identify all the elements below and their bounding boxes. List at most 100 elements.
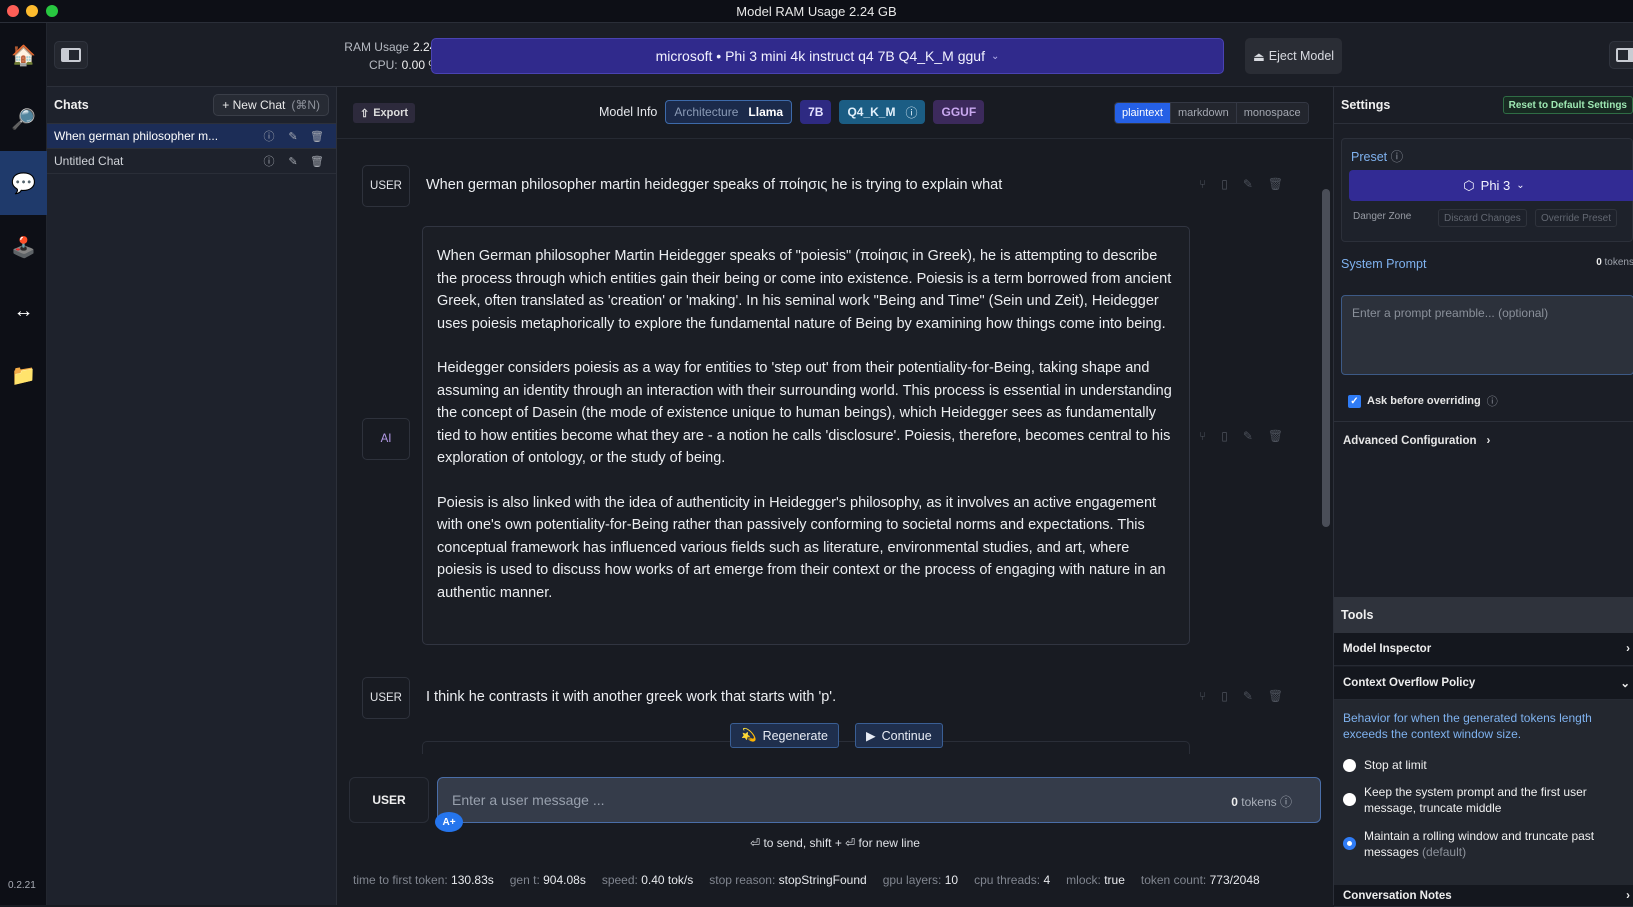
option-label: Maintain a rolling window and truncate p…	[1364, 829, 1595, 859]
context-overflow-description: Behavior for when the generated tokens l…	[1343, 711, 1592, 741]
sidebar-left-icon	[61, 48, 81, 62]
edit-icon[interactable]: ✎	[281, 130, 305, 143]
system-prompt-wrapper	[1341, 295, 1633, 375]
context-overflow-toggle[interactable]: Context Overflow Policy ⌄	[1334, 667, 1633, 700]
role-badge-ai[interactable]: AI	[362, 418, 410, 460]
chat-item-name: Untitled Chat	[54, 154, 124, 168]
ask-before-overriding[interactable]: ✓ Ask before overriding ⓘ	[1348, 393, 1498, 409]
scrollbar[interactable]	[1322, 189, 1330, 527]
system-prompt-header: System Prompt 0 tokens	[1341, 257, 1633, 271]
nav-server[interactable]: ↔	[0, 279, 47, 343]
radio-unchecked[interactable]	[1343, 793, 1356, 806]
context-overflow-label: Context Overflow Policy	[1343, 677, 1476, 689]
eject-label: Eject Model	[1268, 49, 1335, 63]
trash-icon[interactable]: 🗑︎	[305, 155, 329, 168]
role-badge-user[interactable]: USER	[362, 677, 410, 719]
toggle-left-sidebar-button[interactable]	[54, 41, 88, 69]
edit-icon[interactable]: ✎	[1243, 177, 1253, 191]
architecture-label: Architecture	[674, 105, 739, 119]
format-monospace[interactable]: monospace	[1235, 103, 1308, 123]
export-button[interactable]: ⇧ Export	[353, 103, 416, 123]
format-plaintext[interactable]: plaintext	[1115, 103, 1170, 123]
ai-paragraph: Heidegger considers poiesis as a way for…	[437, 360, 1172, 466]
edit-icon[interactable]: ✎	[1243, 429, 1253, 443]
chevron-down-icon: ⌄	[991, 50, 1000, 62]
toggle-right-sidebar-button[interactable]	[1609, 41, 1633, 69]
composer-role-button[interactable]: USER	[349, 777, 429, 823]
tools-header: Tools	[1334, 597, 1633, 633]
message-list: USER When german philosopher martin heid…	[337, 139, 1333, 754]
info-icon[interactable]: ⓘ	[1487, 393, 1498, 409]
chat-item-name: When german philosopher m...	[54, 129, 219, 143]
message-input-wrapper: 0 tokens ⓘ	[437, 777, 1321, 823]
model-inspector-toggle[interactable]: Model Inspector ›	[1334, 633, 1633, 666]
preset-label: Preset ⓘ	[1351, 150, 1404, 164]
checkbox-checked[interactable]: ✓	[1348, 394, 1361, 408]
arrows-left-right-icon: ↔	[13, 299, 34, 322]
option-label: Keep the system prompt and the first use…	[1364, 785, 1587, 815]
info-icon[interactable]: ⓘ	[1280, 795, 1292, 809]
model-info: Model Info Architecture Llama 7B Q4_K_M …	[599, 100, 985, 124]
overflow-option-stop[interactable]: Stop at limit	[1343, 757, 1427, 773]
message-input[interactable]	[438, 778, 1320, 822]
info-icon[interactable]: ⓘ	[257, 128, 281, 144]
edit-icon[interactable]: ✎	[1243, 689, 1253, 703]
branch-icon[interactable]: ⑂	[1199, 177, 1206, 191]
role-badge-user[interactable]: USER	[362, 165, 410, 207]
trash-icon[interactable]: 🗑︎	[1268, 689, 1283, 703]
trash-icon[interactable]: 🗑︎	[305, 130, 329, 143]
stat-gen-time: gen t: 904.08s	[509, 873, 586, 887]
chat-main: ⇧ Export Model Info Architecture Llama 7…	[337, 87, 1333, 905]
title-bar: Model RAM Usage 2.24 GB	[0, 0, 1633, 23]
branch-icon[interactable]: ⑂	[1199, 429, 1206, 443]
preset-value: Phi 3	[1480, 178, 1511, 193]
conversation-notes-toggle[interactable]: Conversation Notes ›	[1334, 885, 1633, 907]
continue-button[interactable]: ▶ Continue	[855, 723, 943, 748]
eject-model-button[interactable]: ⏏ Eject Model	[1245, 38, 1342, 74]
tokens-label: tokens	[1604, 257, 1633, 268]
trash-icon[interactable]: 🗑︎	[1268, 429, 1283, 443]
format-markdown[interactable]: markdown	[1169, 103, 1236, 123]
copy-icon[interactable]: ▯	[1221, 177, 1228, 191]
regenerate-label: Regenerate	[762, 728, 828, 743]
info-icon[interactable]: ⓘ	[257, 153, 281, 169]
preset-selector[interactable]: ⬡ Phi 3 ⌄	[1349, 170, 1633, 201]
override-preset-button[interactable]: Override Preset	[1535, 209, 1618, 227]
chat-item[interactable]: When german philosopher m... ⓘ ✎ 🗑︎	[47, 124, 336, 149]
nav-playground[interactable]: 🕹️	[0, 215, 47, 279]
preset-section: Preset ⓘ ⬡ Phi 3 ⌄ Danger Zone Discard C…	[1341, 138, 1633, 242]
advanced-configuration-toggle[interactable]: Advanced Configuration ›	[1334, 421, 1633, 459]
chat-bubble-icon: 💬	[11, 172, 36, 195]
search-icon: 🔎	[11, 108, 36, 131]
discard-changes-button[interactable]: Discard Changes	[1438, 209, 1527, 227]
chevron-down-icon: ⌄	[1516, 180, 1525, 191]
nav-home[interactable]: 🏠	[0, 23, 47, 87]
stat-ttft: time to first token: 130.83s	[353, 873, 494, 887]
branch-icon[interactable]: ⑂	[1199, 689, 1206, 703]
copy-icon[interactable]: ▯	[1221, 429, 1228, 443]
nav-chat[interactable]: 💬	[0, 151, 47, 215]
edit-icon[interactable]: ✎	[281, 155, 305, 168]
sidebar-right-icon	[1616, 48, 1633, 62]
info-icon[interactable]: ⓘ	[1391, 150, 1404, 164]
regenerate-button[interactable]: 💫 Regenerate	[730, 723, 839, 748]
model-selector[interactable]: microsoft • Phi 3 mini 4k instruct q4 7B…	[431, 38, 1224, 74]
nav-search[interactable]: 🔎	[0, 87, 47, 151]
copy-icon[interactable]: ▯	[1221, 689, 1228, 703]
radio-checked[interactable]	[1343, 837, 1356, 850]
info-icon[interactable]: ⓘ	[905, 104, 917, 121]
architecture-badge: Architecture Llama	[665, 100, 793, 124]
text-size-button[interactable]: A+	[435, 812, 463, 832]
system-prompt-input[interactable]	[1342, 296, 1633, 374]
overflow-option-rolling-window[interactable]: Maintain a rolling window and truncate p…	[1343, 828, 1623, 860]
radio-unchecked[interactable]	[1343, 759, 1356, 772]
chat-item[interactable]: Untitled Chat ⓘ ✎ 🗑︎	[47, 149, 336, 174]
new-chat-button[interactable]: + New Chat (⌘N)	[213, 94, 329, 116]
token-count: 0 tokens ⓘ	[1231, 793, 1292, 810]
reset-defaults-button[interactable]: Reset to Default Settings	[1502, 96, 1633, 114]
option-label: Stop at limit	[1364, 758, 1427, 772]
trash-icon[interactable]: 🗑︎	[1268, 177, 1283, 191]
overflow-option-truncate-middle[interactable]: Keep the system prompt and the first use…	[1343, 784, 1623, 816]
nav-models[interactable]: 📁	[0, 343, 47, 407]
stat-speed: speed: 0.40 tok/s	[601, 873, 694, 887]
